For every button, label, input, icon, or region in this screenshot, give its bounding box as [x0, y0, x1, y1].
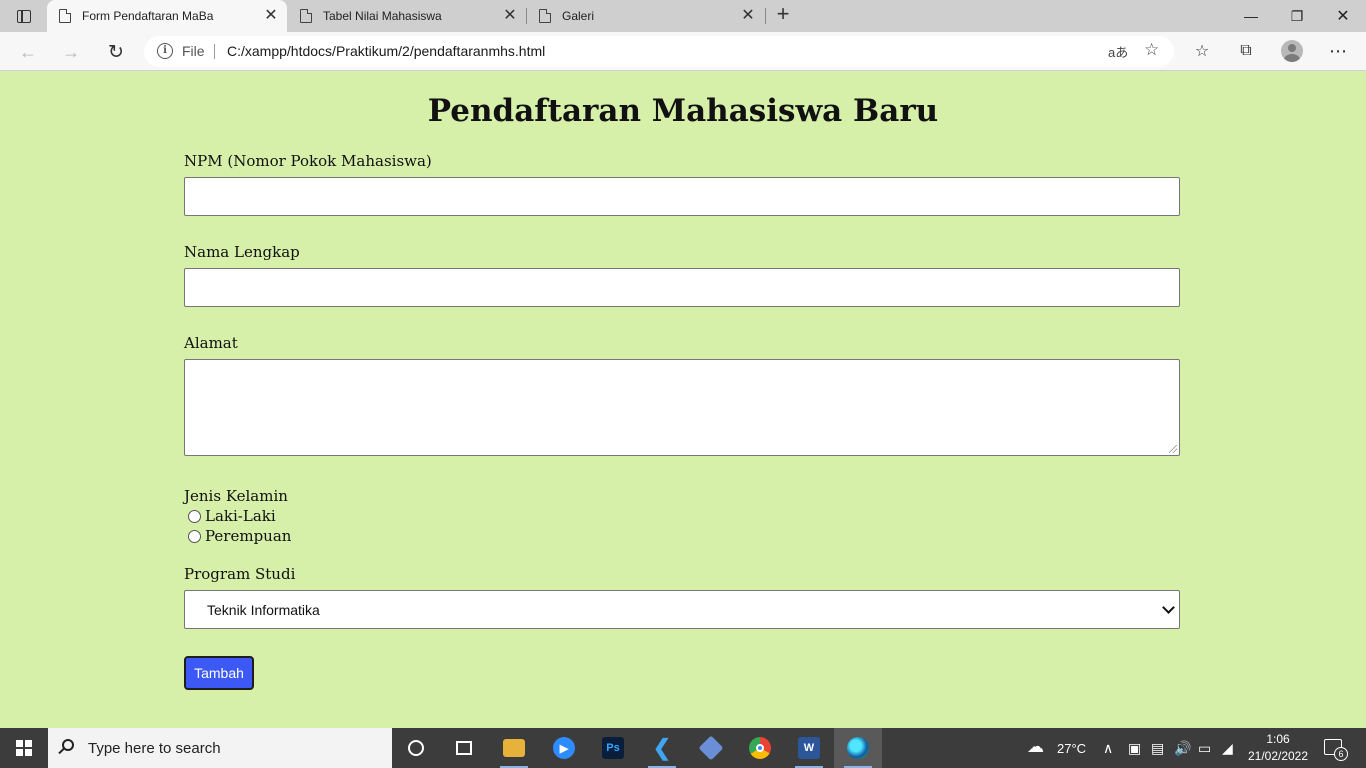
chevron-down-icon	[1162, 601, 1175, 614]
task-view-icon	[456, 741, 472, 755]
chevron-up-icon[interactable]: ∧	[1103, 740, 1113, 757]
radio-laki-laki[interactable]: Laki-Laki	[188, 507, 276, 525]
weather-temperature[interactable]: 27°C	[1057, 741, 1086, 756]
close-tab-icon[interactable]: ✕	[502, 8, 518, 24]
virtualbox-button[interactable]	[687, 728, 735, 768]
more-menu-icon[interactable]: ⋯	[1327, 40, 1349, 62]
cortana-button[interactable]	[392, 728, 440, 768]
cortana-icon	[408, 740, 424, 756]
jenis-kelamin-label: Jenis Kelamin	[184, 487, 288, 505]
edge-icon	[847, 737, 869, 759]
resize-grip-icon[interactable]	[1169, 445, 1177, 453]
new-tab-icon[interactable]: +	[772, 3, 794, 26]
browser-tab-strip: Form Pendaftaran MaBa ✕ Tabel Nilai Maha…	[0, 0, 1366, 32]
tab-tabel-nilai[interactable]: Tabel Nilai Mahasiswa ✕	[288, 0, 526, 32]
alamat-label: Alamat	[184, 334, 238, 352]
word-button[interactable]: W	[785, 728, 833, 768]
tab-form-pendaftaran[interactable]: Form Pendaftaran MaBa ✕	[47, 0, 287, 32]
address-bar[interactable]: i File C:/xampp/htdocs/Praktikum/2/penda…	[144, 36, 1174, 67]
nama-label: Nama Lengkap	[184, 243, 300, 261]
battery-icon[interactable]: ▭	[1198, 740, 1211, 757]
program-studi-label: Program Studi	[184, 565, 296, 583]
page-icon	[539, 9, 551, 23]
read-aloud-icon[interactable]: aあ	[1108, 42, 1128, 61]
info-icon[interactable]: i	[157, 43, 173, 59]
alamat-textarea[interactable]	[184, 359, 1180, 456]
clock-time: 1:06	[1266, 732, 1290, 746]
tab-title: Form Pendaftaran MaBa	[82, 9, 214, 23]
virtualbox-icon	[698, 735, 724, 761]
page-icon	[59, 9, 71, 23]
address-separator	[214, 44, 215, 59]
file-explorer-button[interactable]	[490, 728, 538, 768]
browser-toolbar: ← → ↻ i File C:/xampp/htdocs/Praktikum/2…	[0, 32, 1366, 71]
windows-logo-icon	[16, 740, 32, 756]
url-text[interactable]: C:/xampp/htdocs/Praktikum/2/pendaftaranm…	[227, 43, 545, 59]
page-title: Pendaftaran Mahasiswa Baru	[427, 93, 939, 129]
npm-input[interactable]	[184, 177, 1180, 216]
npm-label: NPM (Nomor Pokok Mahasiswa)	[184, 152, 432, 170]
close-tab-icon[interactable]: ✕	[740, 8, 756, 24]
edge-button[interactable]	[834, 728, 882, 768]
folder-icon	[503, 739, 525, 757]
restore-icon[interactable]: ❐	[1274, 0, 1320, 32]
volume-icon[interactable]: 🔊	[1174, 740, 1191, 757]
zoom-button[interactable]: ▶	[540, 728, 588, 768]
collections-icon[interactable]: ⧉	[1235, 40, 1257, 62]
tab-actions-icon[interactable]	[8, 5, 40, 27]
refresh-icon[interactable]: ↻	[103, 39, 129, 65]
system-clock[interactable]: 1:06 21/02/2022	[1244, 731, 1312, 765]
weather-cloud-icon[interactable]: ☁	[1027, 737, 1044, 757]
select-value: Teknik Informatika	[207, 602, 320, 618]
zoom-icon: ▶	[553, 737, 575, 759]
back-icon[interactable]: ←	[15, 39, 41, 65]
program-studi-select[interactable]: Teknik Informatika	[184, 590, 1180, 629]
start-button[interactable]	[0, 728, 48, 768]
tab-galeri[interactable]: Galeri ✕	[527, 0, 764, 32]
meet-now-icon[interactable]: ▣	[1128, 740, 1141, 757]
radio-label: Perempuan	[205, 527, 292, 545]
scheme-label: File	[182, 43, 205, 59]
photoshop-icon: Ps	[602, 737, 624, 759]
tab-title: Tabel Nilai Mahasiswa	[323, 9, 442, 23]
search-placeholder: Type here to search	[88, 740, 221, 757]
chrome-icon	[749, 737, 771, 759]
tambah-button[interactable]: Tambah	[184, 656, 254, 690]
add-favorite-icon[interactable]: ☆	[1144, 40, 1159, 60]
profile-avatar[interactable]	[1281, 40, 1303, 62]
wifi-icon[interactable]: ◢	[1222, 740, 1233, 757]
vscode-button[interactable]: ❮	[638, 728, 686, 768]
word-icon: W	[798, 737, 820, 759]
radio-label: Laki-Laki	[205, 507, 276, 525]
radio-button[interactable]	[188, 529, 201, 543]
windows-taskbar: Type here to search ▶ Ps ❮ W ☁ 27°C ∧ ▣ …	[0, 728, 1366, 768]
search-icon	[62, 739, 74, 751]
vscode-icon: ❮	[652, 735, 672, 760]
tab-title: Galeri	[562, 9, 595, 23]
minimize-icon[interactable]: —	[1228, 0, 1274, 32]
close-window-icon[interactable]: ✕	[1320, 0, 1366, 32]
chrome-button[interactable]	[736, 728, 784, 768]
forward-icon[interactable]: →	[58, 39, 84, 65]
favorites-icon[interactable]: ☆	[1191, 40, 1213, 62]
nama-input[interactable]	[184, 268, 1180, 307]
notification-count-badge: 6	[1334, 747, 1348, 761]
clock-date: 21/02/2022	[1247, 749, 1309, 763]
radio-button[interactable]	[188, 509, 201, 523]
tab-separator	[765, 8, 766, 24]
close-tab-icon[interactable]: ✕	[263, 8, 279, 24]
task-view-button[interactable]	[440, 728, 488, 768]
security-icon[interactable]: ▤	[1151, 740, 1164, 757]
taskbar-search[interactable]: Type here to search	[48, 728, 392, 768]
photoshop-button[interactable]: Ps	[589, 728, 637, 768]
radio-perempuan[interactable]: Perempuan	[188, 527, 291, 545]
page-content: Pendaftaran Mahasiswa Baru NPM (Nomor Po…	[0, 71, 1366, 728]
page-icon	[300, 9, 312, 23]
